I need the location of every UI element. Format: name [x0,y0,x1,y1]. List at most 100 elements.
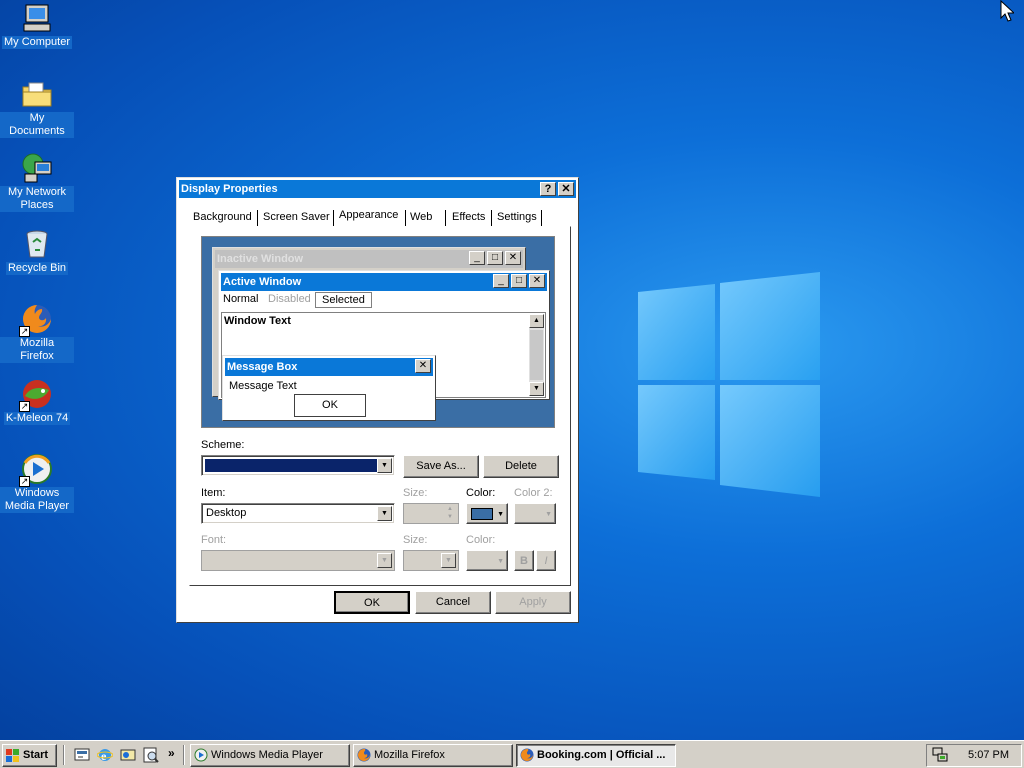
spinner-icon: ▲ ▼ [447,506,453,520]
font-size-combobox[interactable]: ▼ [403,550,459,571]
preview-menu-normal: Normal [223,293,259,305]
windows-logo-wallpaper [638,272,820,497]
chevron-down-icon: ▼ [497,511,504,518]
item-label: Item: [201,487,226,499]
shortcut-arrow-icon: ↗ [19,326,30,337]
desktop-icon-label: Recycle Bin [5,262,69,275]
scheme-label: Scheme: [201,439,245,451]
media-player-icon: ↗ [19,453,53,487]
desktop-icon-label: My Computer [1,36,73,49]
close-icon: ✕ [415,359,431,373]
start-button[interactable]: Start [2,744,57,767]
apply-button[interactable]: Apply [495,591,571,614]
chevron-down-icon: ▼ [497,558,504,565]
search-icon[interactable] [143,747,159,763]
task-windows-media-player[interactable]: Windows Media Player [190,744,350,767]
desktop-icon-recycle-bin[interactable]: Recycle Bin [0,228,74,275]
computer-icon [21,2,53,34]
size-spinner[interactable]: ▲ ▼ [403,503,459,524]
task-label: Mozilla Firefox [374,749,445,761]
item-combobox[interactable]: Desktop ▼ [201,503,395,524]
font-size-label: Size: [403,534,428,546]
maximize-icon: □ [487,251,503,265]
font-label: Font: [201,534,227,546]
preview-menu-selected: Selected [315,292,372,308]
clock[interactable]: 5:07 PM [968,749,1009,761]
outlook-icon[interactable] [120,747,136,763]
desktop-icon-k-meleon[interactable]: ↗ K-Meleon 74 [0,378,74,425]
desktop-icon-windows-media-player[interactable]: ↗ Windows Media Player [0,453,74,513]
tab-settings[interactable]: Settings [497,207,537,227]
desktop-icon-label: My Network Places [0,186,74,212]
bold-button[interactable]: B [514,550,534,571]
scheme-combobox[interactable]: ▼ [201,455,395,476]
color2-picker-button[interactable]: ▼ [514,503,556,524]
maximize-icon: □ [511,274,527,288]
dialog-title: Display Properties [181,183,278,195]
font-color-button[interactable]: ▼ [466,550,508,571]
show-desktop-icon[interactable] [74,747,90,763]
network-tray-icon[interactable] [932,747,948,763]
display-properties-dialog: Display Properties ? ✕ Background Screen… [176,177,579,623]
size-label: Size: [403,487,428,499]
font-combobox[interactable]: ▼ [201,550,395,571]
desktop-icon-my-network-places[interactable]: My Network Places [0,152,74,212]
message-box-title: Message Box [225,358,433,376]
appearance-preview[interactable]: Inactive Window _ □ ✕ Active Window _ □ … [201,236,555,428]
chevron-down-icon: ▼ [441,553,456,568]
tab-screen-saver[interactable]: Screen Saver [263,207,330,227]
svg-text:e: e [101,749,107,763]
tab-background[interactable]: Background [193,207,252,227]
quick-launch-more[interactable]: » [168,746,175,760]
message-box-ok-button: OK [294,394,366,417]
taskbar: Start e » Windows Media Player Mozilla F… [0,740,1024,768]
shortcut-arrow-icon: ↗ [19,401,30,412]
ok-button[interactable]: OK [334,591,410,614]
save-as-button[interactable]: Save As... [403,455,479,478]
task-booking-com[interactable]: Booking.com | Official ... [516,744,676,767]
desktop-icon-mozilla-firefox[interactable]: ↗ Mozilla Firefox [0,303,74,363]
task-mozilla-firefox[interactable]: Mozilla Firefox [353,744,513,767]
delete-button[interactable]: Delete [483,455,559,478]
media-player-icon [194,748,208,762]
internet-explorer-icon[interactable]: e [97,747,113,763]
close-icon: ✕ [505,251,521,265]
shortcut-arrow-icon: ↗ [19,476,30,487]
minimize-icon: _ [469,251,485,265]
tab-appearance[interactable]: Appearance [339,205,398,225]
chevron-down-icon: ▼ [377,553,392,568]
start-label: Start [23,749,49,761]
scroll-thumb [530,330,543,380]
scroll-down-icon: ▼ [529,382,544,396]
task-label: Booking.com | Official ... [537,749,666,761]
desktop-icon-label: My Documents [0,112,74,138]
scheme-swatch [205,459,377,472]
color2-label: Color 2: [514,487,553,499]
scroll-up-icon: ▲ [529,314,544,328]
chevron-down-icon[interactable]: ▼ [377,458,392,473]
close-button[interactable]: ✕ [558,182,574,196]
italic-button[interactable]: I [536,550,556,571]
minimize-icon: _ [493,274,509,288]
firefox-icon [520,748,534,762]
chevron-down-icon[interactable]: ▼ [377,506,392,521]
tab-web[interactable]: Web [410,207,432,227]
desktop-icon-my-computer[interactable]: My Computer [0,2,74,49]
desktop-icon-my-documents[interactable]: My Documents [0,78,74,138]
help-button[interactable]: ? [540,182,556,196]
folder-icon [21,78,53,110]
dialog-titlebar[interactable]: Display Properties ? ✕ [179,180,576,198]
font-color-label: Color: [466,534,496,546]
cancel-button[interactable]: Cancel [415,591,491,614]
mouse-cursor-icon [1000,0,1014,22]
network-icon [21,152,53,184]
item-value: Desktop [206,507,247,519]
k-meleon-icon: ↗ [19,378,53,412]
preview-menu-disabled: Disabled [268,293,311,305]
color-picker-button[interactable]: ▼ [466,503,508,524]
tab-effects[interactable]: Effects [452,207,485,227]
color-swatch [471,508,493,520]
preview-message-box: Message Box ✕ Message Text OK [222,355,436,421]
close-icon: ✕ [529,274,545,288]
desktop-icon-label: Mozilla Firefox [0,337,74,363]
